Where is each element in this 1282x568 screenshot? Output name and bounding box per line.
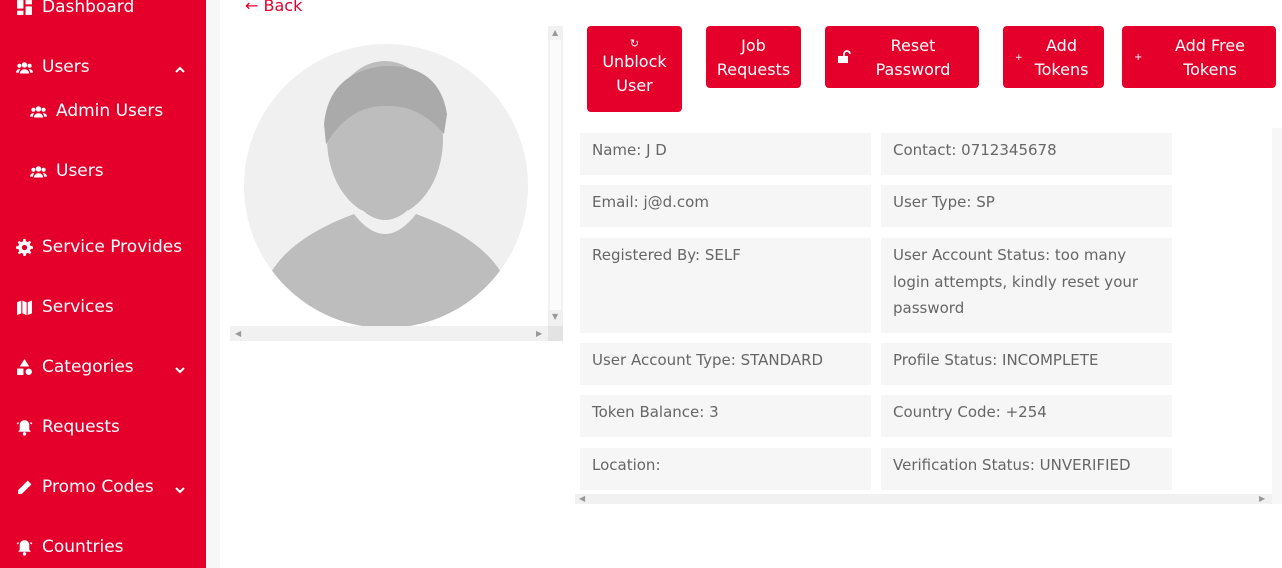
sidebar-item-label: Categories	[42, 357, 134, 377]
avatar-horizontal-scrollbar[interactable]: ◀ ▶	[230, 326, 548, 341]
sidebar-item-label: Service Provides	[42, 237, 183, 257]
sidebar-item-countries[interactable]: Countries	[0, 532, 206, 562]
add-free-tokens-button[interactable]: + Add Free Tokens	[1122, 26, 1276, 88]
verification-status-field: Verification Status: UNVERIFIED	[881, 448, 1172, 490]
avatar	[244, 44, 528, 328]
info-horizontal-scrollbar[interactable]: ◀ ▶	[575, 494, 1275, 504]
user-type-field: User Type: SP	[881, 185, 1172, 227]
info-vertical-scrollbar[interactable]	[1272, 128, 1282, 504]
pencil-icon	[14, 477, 34, 497]
sidebar-item-label: Users	[56, 161, 104, 181]
sidebar-item-users[interactable]: Users	[0, 52, 206, 82]
user-group-icon	[28, 101, 48, 121]
sidebar-item-label: Dashboard	[42, 0, 135, 17]
scroll-right-icon[interactable]: ▶	[1259, 495, 1265, 503]
account-status-field: User Account Status: too many login atte…	[881, 238, 1172, 333]
back-link[interactable]: ← Back	[245, 0, 302, 15]
bell-icon	[14, 417, 34, 437]
sidebar-item-categories[interactable]: Categories	[0, 352, 206, 382]
sidebar-item-dashboard[interactable]: Dashboard	[0, 0, 206, 22]
user-group-icon	[28, 161, 48, 181]
unblock-user-button[interactable]: ↻ Unblock User	[587, 26, 682, 112]
sidebar-item-promo-codes[interactable]: Promo Codes	[0, 472, 206, 502]
default-avatar-icon	[266, 61, 506, 328]
avatar-vertical-scrollbar[interactable]: ▲ ▼	[548, 26, 563, 326]
profile-status-field: Profile Status: INCOMPLETE	[881, 343, 1172, 385]
sidebar-item-services[interactable]: Services	[0, 292, 206, 322]
registered-by-field: Registered By: SELF	[580, 238, 871, 333]
user-email-field: Email: j@d.com	[580, 185, 871, 227]
unlock-icon	[837, 48, 851, 72]
plus-icon: +	[1134, 52, 1143, 63]
sidebar-item-service-provides[interactable]: Service Provides	[0, 232, 206, 262]
refresh-icon: ↻	[629, 37, 640, 50]
gear-icon	[14, 237, 34, 257]
sidebar-item-label: Promo Codes	[42, 477, 154, 497]
sidebar: Dashboard Users Admin Users Users Servic…	[0, 0, 206, 568]
user-contact-field: Contact: 0712345678	[881, 133, 1172, 175]
sidebar-item-label: Services	[42, 297, 114, 317]
scroll-up-icon[interactable]: ▲	[552, 29, 558, 37]
job-requests-button[interactable]: Job Requests	[706, 26, 801, 88]
chevron-down-icon	[174, 481, 186, 494]
account-type-field: User Account Type: STANDARD	[580, 343, 871, 385]
add-tokens-button[interactable]: + Add Tokens	[1003, 26, 1104, 88]
chevron-up-icon	[174, 61, 186, 73]
scroll-left-icon[interactable]: ◀	[579, 495, 585, 503]
sidebar-item-label: Requests	[42, 417, 120, 437]
users-icon	[14, 57, 34, 77]
sidebar-item-users-sub[interactable]: Users	[0, 156, 206, 186]
scroll-down-icon[interactable]: ▼	[552, 313, 558, 321]
bell-icon	[14, 537, 34, 557]
sidebar-item-label: Users	[42, 57, 90, 77]
sidebar-item-label: Admin Users	[56, 101, 164, 121]
country-code-field: Country Code: +254	[881, 395, 1172, 437]
scrollbar-corner	[548, 326, 563, 341]
dashboard-icon	[14, 0, 34, 17]
sidebar-item-admin-users[interactable]: Admin Users	[0, 96, 206, 126]
scroll-right-icon[interactable]: ▶	[536, 330, 542, 338]
content-gutter	[206, 0, 220, 568]
shapes-icon	[14, 357, 34, 377]
token-balance-field: Token Balance: 3	[580, 395, 871, 437]
map-icon	[14, 297, 34, 317]
sidebar-item-label: Countries	[42, 537, 124, 557]
location-field: Location:	[580, 448, 871, 490]
sidebar-item-requests[interactable]: Requests	[0, 412, 206, 442]
scroll-left-icon[interactable]: ◀	[235, 330, 241, 338]
avatar-panel: ▲ ▼ ◀ ▶	[230, 26, 563, 341]
plus-icon: +	[1015, 53, 1023, 63]
user-name-field: Name: J D	[580, 133, 871, 175]
reset-password-button[interactable]: Reset Password	[825, 26, 979, 88]
chevron-down-icon	[174, 361, 186, 374]
